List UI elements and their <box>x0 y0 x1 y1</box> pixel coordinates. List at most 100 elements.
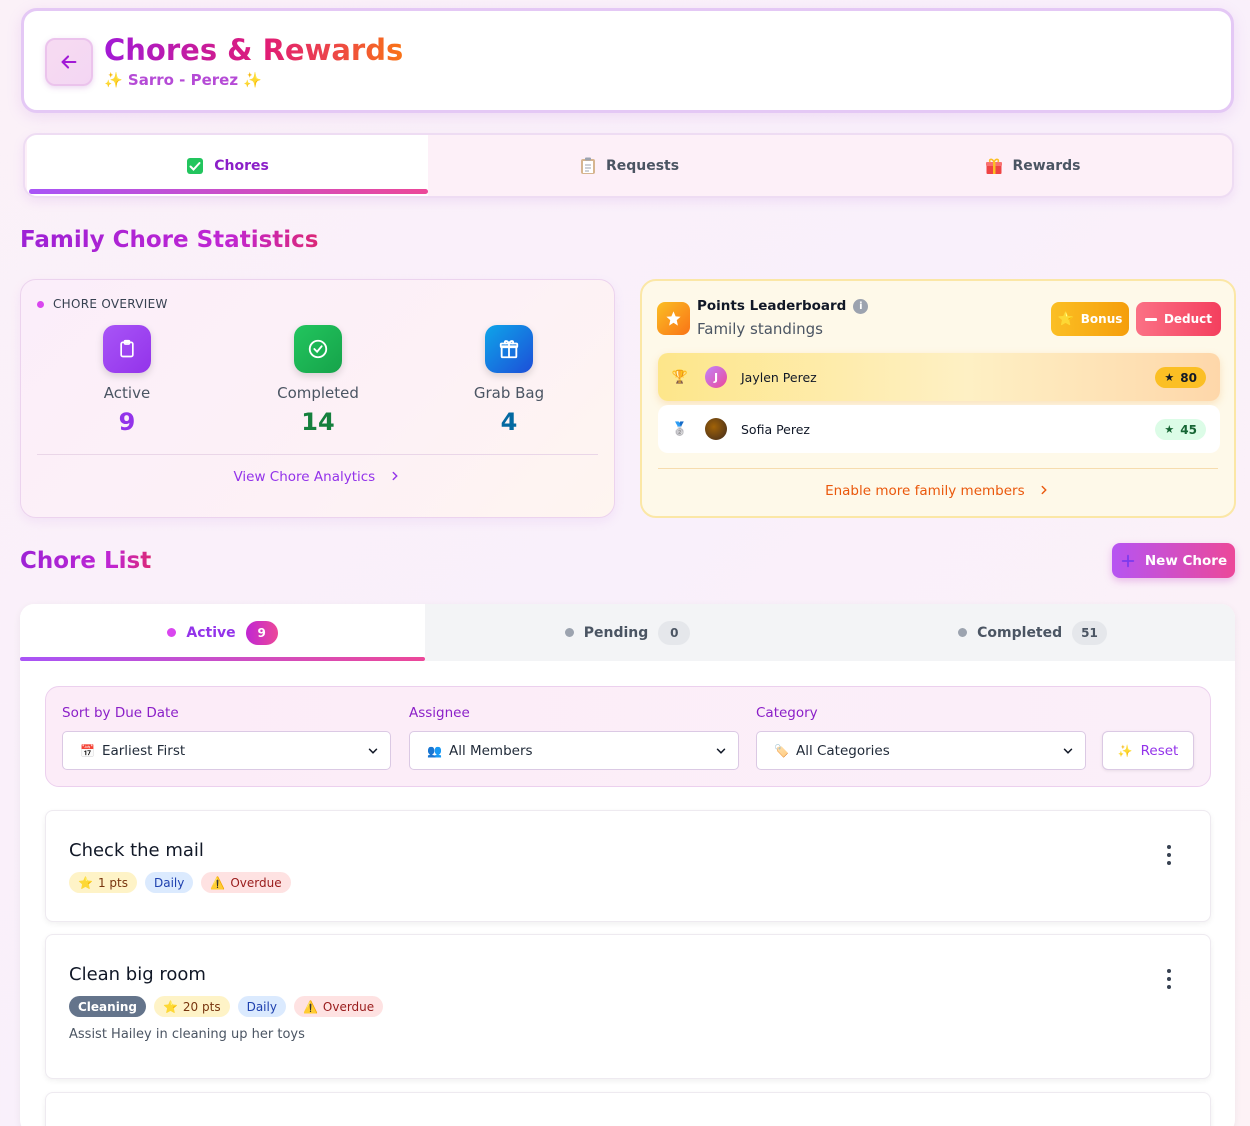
check-circle-icon <box>294 325 342 373</box>
tab-chores-label: Chores <box>214 157 269 174</box>
calendar-icon: 📅 <box>80 743 95 758</box>
stat-grab-bag-value: 4 <box>500 408 518 436</box>
chore-card[interactable]: Clean big room Cleaning ⭐ 20 pts Daily ⚠️… <box>45 934 1211 1079</box>
leaderboard-divider <box>658 468 1218 469</box>
tab-rewards-label: Rewards <box>1012 157 1081 174</box>
star-icon: ⭐ <box>78 875 93 890</box>
overdue-tag: ⚠️ Overdue <box>293 996 384 1017</box>
tab-rewards[interactable]: Rewards <box>831 135 1232 196</box>
tab-active[interactable]: Active 9 <box>20 604 425 661</box>
chore-title: Check the mail <box>69 840 204 861</box>
arrow-left-icon <box>61 55 77 69</box>
app-title: Chores & Rewards <box>104 33 404 67</box>
bonus-button[interactable]: ⭐ Bonus <box>1051 302 1129 336</box>
stat-completed-label: Completed <box>277 384 359 402</box>
stat-completed: Completed 14 <box>238 325 398 436</box>
tab-completed[interactable]: Completed 51 <box>830 604 1235 661</box>
avatar <box>705 418 727 440</box>
reset-label: Reset <box>1140 742 1179 759</box>
more-options-icon[interactable] <box>1166 969 1172 989</box>
status-tabs: Active 9 Pending 0 Completed 51 <box>20 604 1235 661</box>
more-options-icon[interactable] <box>1166 845 1172 865</box>
deduct-button[interactable]: Deduct <box>1136 302 1221 336</box>
deduct-label: Deduct <box>1163 312 1213 326</box>
members-icon: 👥 <box>427 743 442 758</box>
chevron-down-icon <box>368 748 378 754</box>
sparkle-icon: ✨ <box>1117 743 1133 758</box>
tab-completed-label: Completed <box>977 624 1063 641</box>
statistics-heading: Family Chore Statistics <box>20 227 319 253</box>
reset-button[interactable]: ✨ Reset <box>1102 731 1194 770</box>
assignee-value: All Members <box>448 742 533 759</box>
category-value: All Categories <box>795 742 890 759</box>
chore-description: Assist Hailey in cleaning up her toys <box>69 1027 305 1042</box>
overview-dot-icon <box>37 300 44 308</box>
stat-completed-value: 14 <box>301 408 335 436</box>
gift-icon <box>985 158 1002 174</box>
overdue-tag-text: Overdue <box>322 999 375 1014</box>
family-name: ✨ Sarro - Perez ✨ <box>104 71 262 89</box>
leaderboard-title-text: Points Leaderboard <box>697 298 847 314</box>
status-dot-icon <box>958 628 968 637</box>
sort-value: Earliest First <box>101 742 186 759</box>
points-value: 45 <box>1180 422 1197 437</box>
enable-members-label: Enable more family members <box>825 483 1025 499</box>
back-button[interactable] <box>45 38 93 86</box>
warning-icon: ⚠️ <box>210 875 226 890</box>
stat-grab-bag: Grab Bag 4 <box>429 325 589 436</box>
enable-members-link[interactable]: Enable more family members <box>642 483 1234 499</box>
tab-requests-label: Requests <box>605 157 680 174</box>
points-badge: ★ 45 <box>1155 419 1206 440</box>
new-chore-button[interactable]: New Chore <box>1112 543 1235 578</box>
chore-card[interactable] <box>45 1092 1211 1126</box>
overview-label: CHORE OVERVIEW <box>37 297 168 311</box>
category-select[interactable]: 🏷️ All Categories <box>756 731 1086 770</box>
info-icon[interactable]: i <box>853 298 869 314</box>
points-tag: ⭐ 1 pts <box>69 872 137 893</box>
view-analytics-link[interactable]: View Chore Analytics <box>21 469 614 485</box>
member-name: Sofia Perez <box>741 421 810 437</box>
assignee-select[interactable]: 👥 All Members <box>409 731 739 770</box>
overdue-tag-text: Overdue <box>230 875 282 890</box>
clipboard-icon <box>103 325 151 373</box>
star-icon: ★ <box>1164 423 1175 436</box>
overdue-tag: ⚠️ Overdue <box>201 872 291 893</box>
chevron-right-icon <box>392 471 398 481</box>
category-label: Category <box>756 705 818 721</box>
sort-select[interactable]: 📅 Earliest First <box>62 731 391 770</box>
star-icon: ⭐ <box>162 999 178 1014</box>
leaderboard-row[interactable]: 🥈 Sofia Perez ★ 45 <box>658 405 1220 453</box>
avatar: J <box>705 366 727 388</box>
overview-label-text: CHORE OVERVIEW <box>53 297 168 311</box>
leaderboard-row[interactable]: 🏆 J Jaylen Perez ★ 80 <box>658 353 1220 401</box>
tab-pending[interactable]: Pending 0 <box>425 604 830 661</box>
minus-icon <box>1144 317 1157 321</box>
filter-bar: Sort by Due Date 📅 Earliest First Assign… <box>45 686 1211 787</box>
stat-active-label: Active <box>103 384 151 402</box>
assignee-label: Assignee <box>409 705 470 721</box>
chore-list-panel: Active 9 Pending 0 Completed 51 Sort by … <box>20 604 1235 1126</box>
warning-icon: ⚠️ <box>302 999 318 1014</box>
chevron-right-icon <box>1041 485 1047 495</box>
tab-chores[interactable]: Chores <box>27 135 428 196</box>
status-dot-icon <box>167 628 177 637</box>
bonus-star-icon: ⭐ <box>1057 311 1074 327</box>
chore-tags: Cleaning ⭐ 20 pts Daily ⚠️ Overdue <box>69 996 384 1017</box>
tab-active-label: Active <box>186 624 236 641</box>
member-name: Jaylen Perez <box>741 369 817 385</box>
frequency-tag: Daily <box>144 872 194 893</box>
main-tabs: Chores Requests Rewards <box>23 133 1234 198</box>
leaderboard-title: Points Leaderboard i <box>697 298 869 314</box>
chore-card[interactable]: Check the mail ⭐ 1 pts Daily ⚠️ Overdue <box>45 810 1211 922</box>
header-card: Chores & Rewards ✨ Sarro - Perez ✨ <box>21 8 1234 113</box>
points-badge: ★ 80 <box>1155 367 1206 388</box>
overview-divider <box>37 454 598 455</box>
second-medal-icon: 🥈 <box>671 421 689 437</box>
tab-requests[interactable]: Requests <box>428 135 831 196</box>
star-icon: ★ <box>1164 371 1175 384</box>
category-tag: Cleaning <box>69 996 146 1017</box>
count-badge: 9 <box>245 620 278 645</box>
chore-tags: ⭐ 1 pts Daily ⚠️ Overdue <box>69 872 291 893</box>
sort-label: Sort by Due Date <box>62 705 179 721</box>
new-chore-label: New Chore <box>1144 552 1228 569</box>
